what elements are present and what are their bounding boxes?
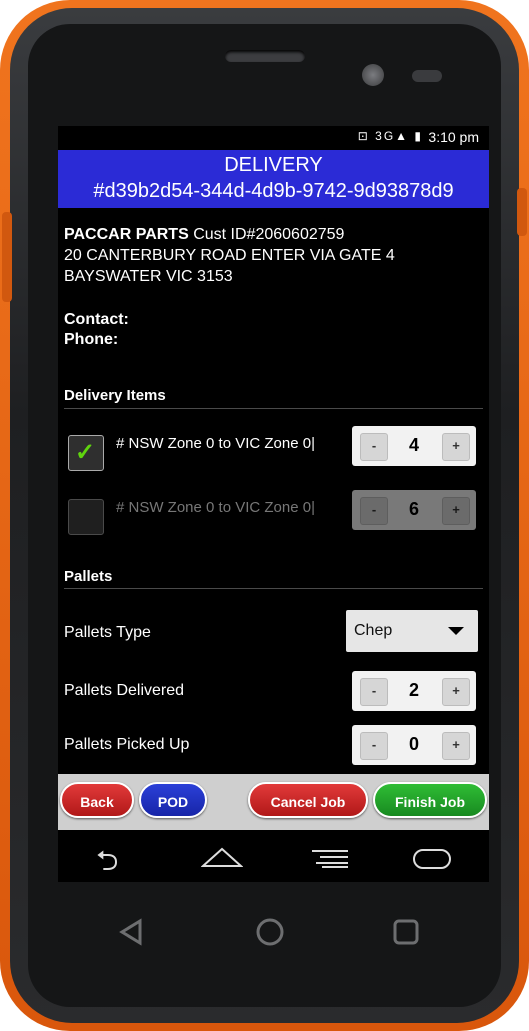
pallets-type-select[interactable]: Chep <box>346 610 478 652</box>
home-circle-icon[interactable] <box>255 917 285 952</box>
customer-line: PACCAR PARTS Cust ID#2060602759 <box>64 226 344 244</box>
pod-button[interactable]: POD <box>139 782 207 818</box>
back-triangle-icon[interactable] <box>118 918 144 951</box>
customer-name: PACCAR PARTS <box>64 226 189 243</box>
home-icon[interactable] <box>200 846 244 873</box>
pallets-delivered-stepper[interactable]: - 2 + <box>352 671 476 711</box>
finish-job-button[interactable]: Finish Job <box>373 782 487 818</box>
contact-label: Contact: <box>64 311 129 328</box>
phone-label: Phone: <box>64 331 119 348</box>
section-divider <box>64 588 483 589</box>
status-bar: ⊡ 3G▲ ▮ 3:10 pm <box>58 126 489 150</box>
pallets-heading: Pallets <box>64 568 113 585</box>
pallets-type-label: Pallets Type <box>64 624 151 641</box>
customer-id: Cust ID#2060602759 <box>193 226 345 243</box>
pallets-picked-value: 0 <box>408 734 419 754</box>
title-bar: DELIVERY #d39b2d54-344d-4d9b-9742-9d9387… <box>58 150 489 208</box>
power-button[interactable] <box>517 188 527 236</box>
decrement-button[interactable]: - <box>360 678 388 706</box>
android-nav-bar: ⮌ <box>58 830 489 882</box>
page-title: DELIVERY <box>224 154 323 176</box>
delivery-item-label: # NSW Zone 0 to VIC Zone 0| <box>116 499 315 516</box>
item-quantity-stepper[interactable]: - 4 + <box>352 426 476 466</box>
recent-apps-icon[interactable] <box>412 848 452 875</box>
dropdown-caret-icon <box>448 627 464 635</box>
increment-button[interactable]: + <box>442 497 470 525</box>
pallets-delivered-label: Pallets Delivered <box>64 682 185 699</box>
item-quantity-stepper[interactable]: - 6 + <box>352 490 476 530</box>
decrement-button[interactable]: - <box>360 433 388 461</box>
pallets-picked-label: Pallets Picked Up <box>64 736 190 753</box>
pallets-type-value: Chep <box>354 622 393 639</box>
sensor-icon <box>412 70 442 82</box>
pallets-delivered-value: 2 <box>408 680 419 700</box>
decrement-button[interactable]: - <box>360 497 388 525</box>
item-checkbox-checked[interactable]: ✓ <box>68 435 104 471</box>
volume-button[interactable] <box>2 212 12 302</box>
status-time: 3:10 pm <box>428 129 479 145</box>
front-camera-icon <box>362 64 384 86</box>
address-line-1: 20 CANTERBURY ROAD ENTER VIA GATE 4 <box>64 247 395 264</box>
delivery-item-label: # NSW Zone 0 to VIC Zone 0| <box>116 435 315 452</box>
quantity-value: 4 <box>408 435 419 455</box>
address-line-2: BAYSWATER VIC 3153 <box>64 268 233 285</box>
delivery-items-heading: Delivery Items <box>64 387 166 404</box>
app-screen: ⊡ 3G▲ ▮ 3:10 pm DELIVERY #d39b2d54-344d-… <box>58 126 489 882</box>
back-button[interactable]: Back <box>60 782 134 818</box>
job-id: #d39b2d54-344d-4d9b-9742-9d93878d9 <box>93 180 454 202</box>
menu-icon[interactable] <box>310 848 350 873</box>
increment-button[interactable]: + <box>442 732 470 760</box>
status-icons: ⊡ 3G▲ ▮ <box>357 129 423 143</box>
back-arrow-icon[interactable]: ⮌ <box>96 840 118 882</box>
checkmark-icon: ✓ <box>75 439 96 466</box>
decrement-button[interactable]: - <box>360 732 388 760</box>
pallets-picked-stepper[interactable]: - 0 + <box>352 725 476 765</box>
increment-button[interactable]: + <box>442 678 470 706</box>
action-bar: Back POD Cancel Job Finish Job <box>58 774 489 830</box>
recent-square-icon[interactable] <box>392 918 420 951</box>
section-divider <box>64 408 483 409</box>
cancel-job-button[interactable]: Cancel Job <box>248 782 368 818</box>
increment-button[interactable]: + <box>442 433 470 461</box>
earpiece-speaker <box>225 50 305 62</box>
item-checkbox-unchecked[interactable] <box>68 499 104 535</box>
quantity-value: 6 <box>408 499 419 519</box>
